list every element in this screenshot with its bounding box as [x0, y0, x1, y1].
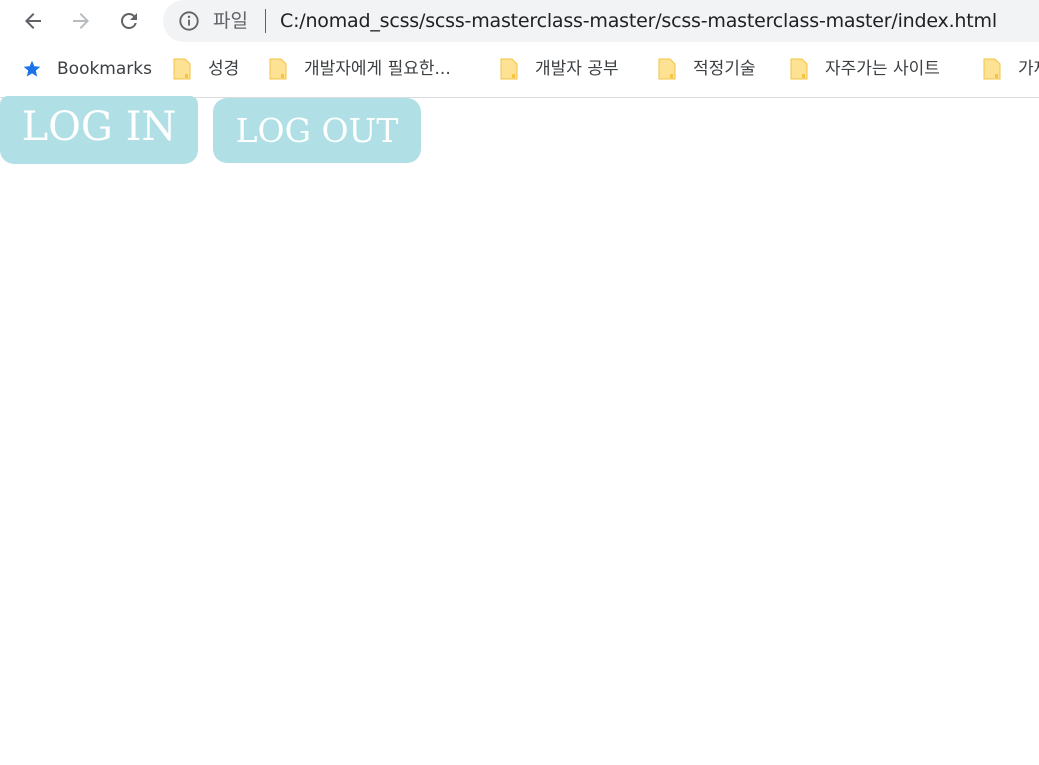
bookmarks-star[interactable]: Bookmarks — [22, 56, 152, 82]
bookmark-folder-2[interactable]: 개발자에게 필요한... — [268, 56, 451, 82]
bookmark-label: 개발자 공부 — [535, 59, 619, 79]
folder-icon — [789, 58, 809, 80]
login-button[interactable]: LOG IN — [0, 96, 198, 164]
bookmark-label: 개발자에게 필요한... — [304, 59, 451, 79]
bookmark-folder-3[interactable]: 개발자 공부 — [499, 56, 619, 82]
address-bar[interactable]: 파일 C:/nomad_scss/scss-masterclass-master… — [163, 0, 1039, 42]
bookmark-folder-1[interactable]: 성경 — [172, 56, 239, 82]
forward-button[interactable] — [65, 5, 97, 37]
bookmarks-bar: Bookmarks 성경 개발자에게 필요한... 개발자 공부 적정기술 자주… — [0, 46, 1039, 98]
folder-icon — [172, 58, 192, 80]
browser-toolbar: 파일 C:/nomad_scss/scss-masterclass-master… — [0, 0, 1039, 46]
bookmark-label: 가재 — [1018, 59, 1039, 79]
folder-icon — [499, 58, 519, 80]
bookmark-label: 적정기술 — [693, 59, 756, 79]
omnibox-separator — [265, 9, 266, 33]
folder-icon — [268, 58, 288, 80]
reload-icon — [121, 12, 137, 29]
info-icon[interactable] — [177, 9, 201, 33]
bookmark-folder-4[interactable]: 적정기술 — [657, 56, 756, 82]
logout-button[interactable]: LOG OUT — [213, 98, 421, 163]
bookmark-label: 자주가는 사이트 — [825, 59, 940, 79]
bookmark-label: 성경 — [208, 59, 240, 79]
scheme-label: 파일 — [213, 10, 248, 32]
bookmark-folder-5[interactable]: 자주가는 사이트 — [789, 56, 940, 82]
folder-icon — [657, 58, 677, 80]
arrow-left-icon — [25, 13, 41, 29]
star-icon — [22, 58, 42, 80]
bookmark-folder-6[interactable]: 가재 — [982, 56, 1039, 82]
reload-button[interactable] — [113, 5, 145, 37]
url-text[interactable]: C:/nomad_scss/scss-masterclass-master/sc… — [280, 10, 997, 32]
bookmarks-label: Bookmarks — [57, 59, 152, 79]
back-button[interactable] — [17, 5, 49, 37]
folder-icon — [982, 58, 1002, 80]
arrow-right-icon — [73, 13, 89, 29]
